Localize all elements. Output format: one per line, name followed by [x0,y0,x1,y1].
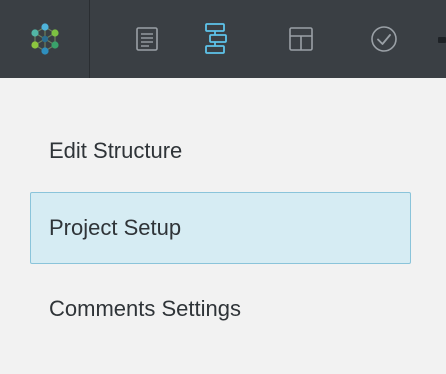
menu-item-label: Project Setup [49,215,182,240]
toolbar-overflow-edge [438,37,446,43]
logo[interactable] [0,0,90,78]
settings-menu: Edit Structure Project Setup Comments Se… [0,78,446,374]
review-view-button[interactable] [364,19,404,59]
menu-item-label: Comments Settings [49,296,241,321]
app-window: Edit Structure Project Setup Comments Se… [0,0,446,374]
menu-item-comments-settings[interactable]: Comments Settings [30,273,411,345]
menu-item-project-setup[interactable]: Project Setup [30,192,411,264]
layout-view-button[interactable] [281,19,321,59]
hex-network-logo-icon [30,23,59,55]
menu-item-edit-structure[interactable]: Edit Structure [30,115,411,187]
document-lines-icon [136,27,158,51]
document-view-button[interactable] [127,19,167,59]
check-circle-icon [371,26,397,52]
menu-item-label: Edit Structure [49,138,183,163]
structure-view-button[interactable] [196,19,236,59]
structure-tree-icon [205,23,227,54]
layout-panels-icon [289,27,313,51]
top-toolbar [0,0,446,78]
